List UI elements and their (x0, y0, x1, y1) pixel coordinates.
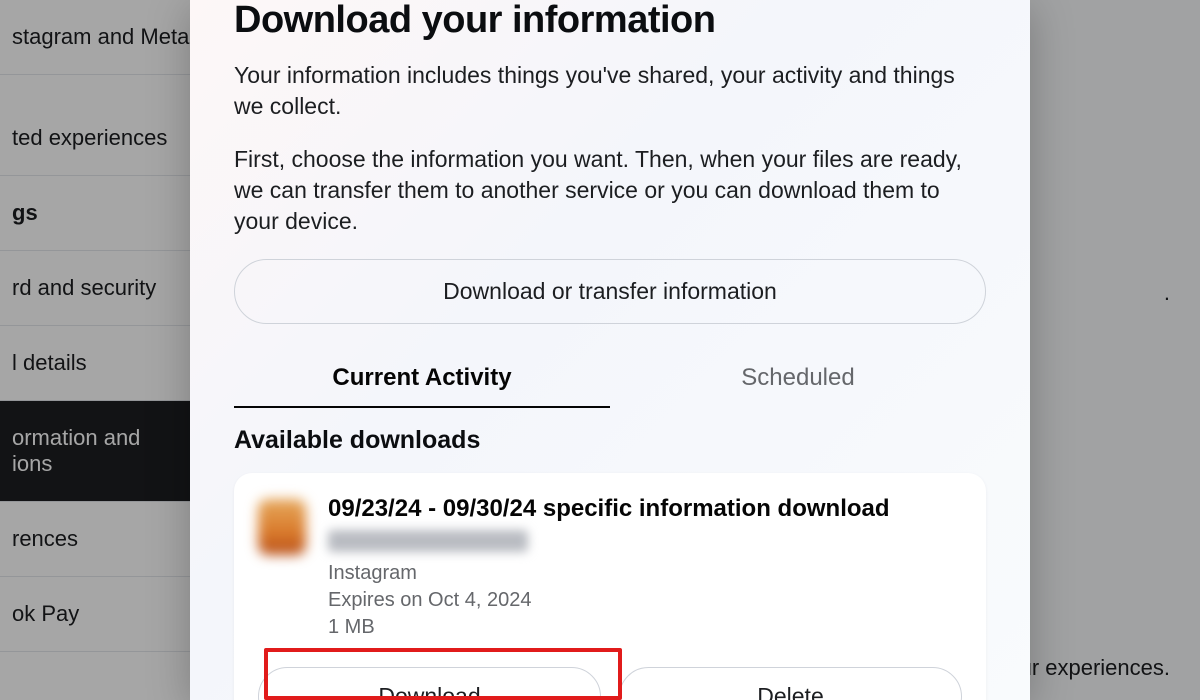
download-info-modal: Download your information Your informati… (190, 0, 1030, 700)
download-button[interactable]: Download (258, 667, 601, 700)
download-item-platform: Instagram (328, 560, 962, 587)
modal-title: Download your information (234, 0, 986, 42)
download-item-title: 09/23/24 - 09/30/24 specific information… (328, 495, 962, 524)
available-downloads-heading: Available downloads (234, 426, 986, 455)
tab-current-activity[interactable]: Current Activity (234, 354, 610, 408)
modal-description-1: Your information includes things you've … (234, 60, 986, 122)
blurred-username (328, 530, 528, 552)
download-card: 09/23/24 - 09/30/24 specific information… (234, 473, 986, 700)
download-item-size: 1 MB (328, 614, 962, 641)
avatar (258, 499, 306, 555)
download-item-expires: Expires on Oct 4, 2024 (328, 587, 962, 614)
download-or-transfer-button[interactable]: Download or transfer information (234, 259, 986, 324)
modal-description-2: First, choose the information you want. … (234, 144, 986, 237)
tab-scheduled[interactable]: Scheduled (610, 354, 986, 408)
tabs-container: Current Activity Scheduled (234, 354, 986, 408)
delete-button[interactable]: Delete (619, 667, 962, 700)
